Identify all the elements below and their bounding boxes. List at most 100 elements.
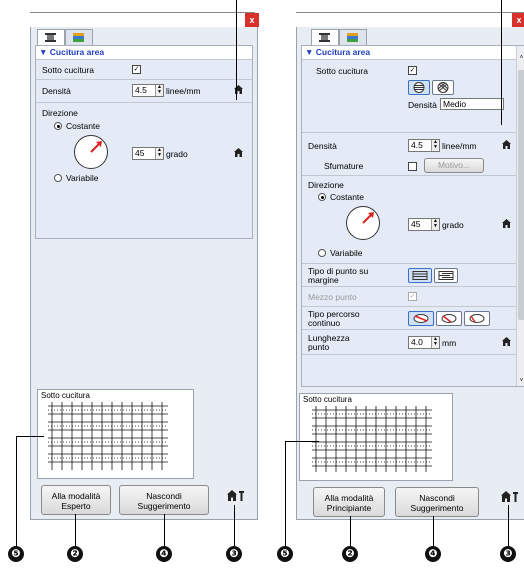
callout-line <box>75 514 76 546</box>
home-icon[interactable] <box>502 140 511 149</box>
lunghezza-label-line2: punto <box>308 342 330 352</box>
densita-spinner[interactable]: 4.5 ▲ ▼ <box>132 84 164 97</box>
path-loop-icon <box>469 314 485 323</box>
costante-label: Costante <box>330 192 365 202</box>
right-properties-list: ▼ Cucitura area Sotto cucitura ✓ Densità… <box>301 45 524 387</box>
callout-2: ❷ <box>67 546 83 562</box>
lunghezza-unit: mm <box>442 338 457 348</box>
callout-line <box>236 0 237 100</box>
spinner-arrows-icon[interactable]: ▲ ▼ <box>431 219 439 230</box>
sotto-cucitura-checkbox[interactable]: ✓ <box>132 65 141 74</box>
angle-value: 45 <box>135 148 145 158</box>
right-tab-bar <box>297 27 524 47</box>
variabile-radio[interactable] <box>318 249 326 257</box>
left-mode-expert-button[interactable]: Alla modalità Esperto <box>41 485 111 515</box>
edge-lines-icon <box>412 271 428 280</box>
left-close-button[interactable]: x <box>245 13 259 27</box>
densita-unit: linee/mm <box>166 86 201 96</box>
underlay-density-value: Medio <box>443 99 467 109</box>
left-row-sotto-cucitura: Sotto cucitura ✓ <box>36 60 252 79</box>
angle-dial[interactable] <box>74 135 108 169</box>
callout-4: ❹ <box>156 546 172 562</box>
spinner-arrows-icon[interactable]: ▲ ▼ <box>431 140 439 151</box>
right-close-button[interactable]: x <box>512 13 524 27</box>
preview-label: Sotto cucitura <box>303 395 352 404</box>
thread-spool-icon <box>45 33 56 42</box>
left-section-header[interactable]: ▼ Cucitura area <box>36 47 252 58</box>
path-type-2-button[interactable] <box>436 311 462 326</box>
callout-line <box>501 0 502 125</box>
costante-radio[interactable] <box>54 122 62 130</box>
home-icon[interactable] <box>234 148 243 157</box>
callout-line <box>285 441 319 442</box>
variabile-label: Variabile <box>66 173 99 183</box>
left-hide-hints-button[interactable]: Nascondi Suggerimento <box>119 485 209 515</box>
triangle-down-icon: ▼ <box>305 47 316 57</box>
spinner-arrows-icon[interactable]: ▲ ▼ <box>431 337 439 348</box>
angle-value: 45 <box>411 219 421 229</box>
right-row-tipo-punto: Tipo di punto su margine <box>302 264 516 286</box>
motivo-button[interactable]: Motivo... <box>424 158 484 173</box>
angle-arrow-icon <box>362 212 374 224</box>
spinner-arrows-icon[interactable]: ▲ ▼ <box>155 148 163 159</box>
tipo-percorso-label-line2: continuo <box>308 318 341 328</box>
angle-dial[interactable] <box>346 206 380 240</box>
densita-unit: linee/mm <box>442 141 477 151</box>
mezzo-punto-checkbox[interactable]: ✓ <box>408 292 417 301</box>
scroll-up-icon[interactable]: ˄ <box>517 55 524 61</box>
callout-4: ❹ <box>425 546 441 562</box>
variabile-radio[interactable] <box>54 174 62 182</box>
right-section-header[interactable]: ▼ Cucitura area <box>302 47 524 58</box>
right-row-densita: Densità 4.5 ▲ ▼ linee/mm Sfumature Motivo.… <box>302 133 516 175</box>
hints-button-line2: Suggerimento <box>410 503 464 513</box>
scrollbar-thumb[interactable] <box>518 70 524 320</box>
callout-line <box>285 441 286 546</box>
path-loop-icon <box>413 314 429 323</box>
sotto-cucitura-checkbox[interactable]: ✓ <box>408 66 417 75</box>
left-section-title: Cucitura area <box>49 47 105 57</box>
home-settings-icon[interactable] <box>501 491 518 502</box>
angle-spinner[interactable]: 45 ▲ ▼ <box>408 218 440 231</box>
right-hide-hints-button[interactable]: Nascondi Suggerimento <box>395 487 479 517</box>
left-preview: Sotto cucitura <box>37 389 194 479</box>
right-tab-color[interactable] <box>339 29 367 46</box>
edge-type-staggered-button[interactable] <box>434 268 458 283</box>
spinner-arrows-icon[interactable]: ▲ ▼ <box>155 85 163 96</box>
underlay-type-parallel-button[interactable] <box>408 80 430 95</box>
callout-2: ❷ <box>342 546 358 562</box>
triangle-down-icon: ▼ <box>39 47 50 57</box>
home-settings-icon[interactable] <box>227 490 244 501</box>
path-type-1-button[interactable] <box>408 311 434 326</box>
right-section-title: Cucitura area <box>315 47 371 57</box>
hints-button-line1: Nascondi <box>419 493 455 503</box>
right-panel: ▼ Cucitura area Sotto cucitura ✓ Densità… <box>296 27 524 520</box>
left-properties-list: ▼ Cucitura area Sotto cucitura ✓ Densità… <box>35 45 253 239</box>
underlay-density-select[interactable]: Medio <box>440 98 504 110</box>
sfumature-checkbox[interactable] <box>408 162 417 171</box>
color-pattern-icon <box>73 33 84 42</box>
callout-5: ❺ <box>277 546 293 562</box>
home-icon[interactable] <box>502 219 511 228</box>
home-icon[interactable] <box>502 337 511 346</box>
lunghezza-spinner[interactable]: 4.0 ▲ ▼ <box>408 336 440 349</box>
callout-3: ❸ <box>226 546 242 562</box>
costante-label: Costante <box>66 121 101 131</box>
callout-3: ❸ <box>500 546 516 562</box>
angle-unit: grado <box>442 220 464 230</box>
path-type-3-button[interactable] <box>464 311 490 326</box>
sotto-cucitura-label: Sotto cucitura <box>316 66 368 76</box>
left-tab-color[interactable] <box>65 29 93 46</box>
thread-spool-icon <box>319 33 330 42</box>
mode-button-line1: Alla modalità <box>324 493 374 503</box>
right-mode-beginner-button[interactable]: Alla modalità Principiante <box>313 487 385 517</box>
costante-radio[interactable] <box>318 193 326 201</box>
densita-spinner[interactable]: 4.5 ▲ ▼ <box>408 139 440 152</box>
edge-type-normal-button[interactable] <box>408 268 432 283</box>
stitch-preview-image <box>312 406 432 472</box>
underlay-type-cross-button[interactable] <box>432 80 454 95</box>
angle-spinner[interactable]: 45 ▲ ▼ <box>132 147 164 160</box>
right-scrollbar[interactable]: ˄ ˅ <box>516 46 524 386</box>
scroll-down-icon[interactable]: ˅ <box>517 378 524 384</box>
sfumature-label: Sfumature <box>324 161 364 171</box>
color-pattern-icon <box>347 33 358 42</box>
